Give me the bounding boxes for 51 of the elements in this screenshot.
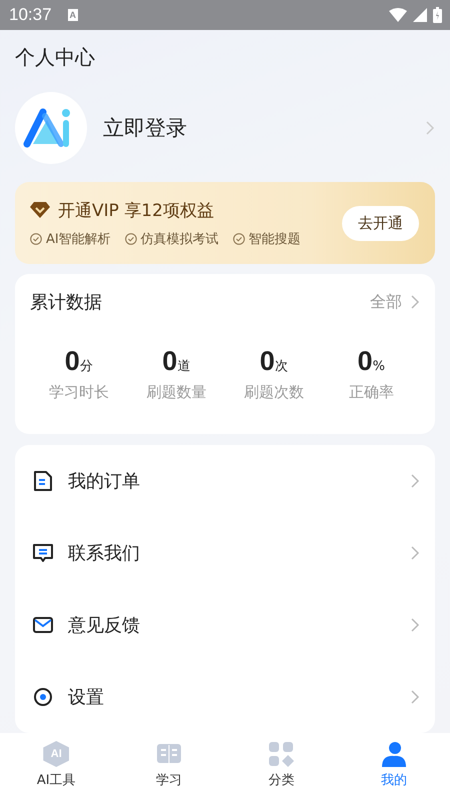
- stat-label: 刷题数量: [146, 383, 206, 402]
- wifi-icon: [389, 8, 407, 22]
- check-circle-icon: [232, 232, 245, 244]
- stat-label: 学习时长: [48, 383, 109, 402]
- status-time: 10:37: [9, 5, 52, 25]
- mail-icon: [32, 614, 54, 636]
- menu-item[interactable]: 意见反馈: [32, 589, 420, 661]
- avatar-logo-icon: [15, 92, 87, 164]
- signal-icon: [413, 8, 427, 22]
- benefit-label: AI智能解析: [46, 230, 111, 248]
- menu-item[interactable]: 设置: [32, 661, 420, 733]
- stat-unit: 道: [177, 358, 190, 376]
- chevron-right-icon: [410, 617, 420, 633]
- chevron-right-icon: [410, 689, 420, 705]
- page-title: 个人中心: [15, 44, 96, 71]
- stat-unit: 分: [80, 358, 93, 376]
- menu-item[interactable]: 联系我们: [32, 517, 420, 589]
- check-circle-icon: [124, 232, 137, 244]
- check-circle-icon: [30, 232, 42, 244]
- notification-icon: A: [68, 9, 78, 21]
- benefit-label: 智能搜题: [248, 230, 301, 248]
- battery-icon: [433, 7, 442, 23]
- vip-title: 开通VIP 享12项权益: [58, 200, 214, 222]
- stat-value: 0: [358, 346, 373, 378]
- chevron-right-icon: [410, 473, 420, 489]
- document-icon: [32, 470, 54, 492]
- gear-icon: [32, 686, 54, 708]
- stat-value: 0: [64, 346, 80, 378]
- tab[interactable]: 分类: [225, 733, 338, 801]
- stat-label: 正确率: [348, 383, 394, 402]
- chevron-right-icon: [410, 545, 420, 561]
- stats-title: 累计数据: [30, 291, 102, 314]
- tab[interactable]: 我的: [338, 733, 450, 801]
- tab[interactable]: AI AI工具: [0, 733, 112, 801]
- chevron-right-icon: [425, 120, 435, 136]
- menu-item[interactable]: 我的订单: [32, 445, 420, 517]
- login-row[interactable]: 立即登录: [15, 92, 435, 164]
- stat-unit: 次: [274, 358, 288, 376]
- stat-label: 刷题次数: [244, 383, 304, 402]
- grid-icon: [268, 741, 294, 767]
- activate-button[interactable]: 去开通: [342, 206, 419, 240]
- stat-unit: %: [372, 359, 385, 374]
- stat-value: 0: [260, 346, 275, 378]
- chat-icon: [32, 542, 54, 564]
- stat-value: 0: [162, 346, 178, 378]
- benefit-label: 仿真模拟考试: [140, 230, 219, 248]
- person-icon: [380, 741, 407, 767]
- chevron-right-icon: [410, 294, 420, 310]
- diamond-icon: [30, 202, 50, 218]
- login-label: 立即登录: [103, 115, 187, 142]
- tab[interactable]: 学习: [112, 733, 225, 801]
